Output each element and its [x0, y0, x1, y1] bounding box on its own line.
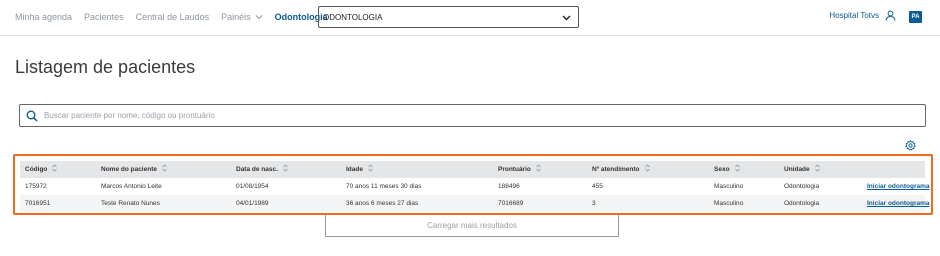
- nav-item-pacientes[interactable]: Pacientes: [84, 12, 124, 22]
- nav-item-minha-agenda[interactable]: Minha agenda: [15, 12, 72, 22]
- patients-table: Código Nome do paciente Data de nasc. Id…: [13, 154, 933, 215]
- top-navigation-bar: Minha agenda Pacientes Central de Laudos…: [0, 0, 940, 36]
- table-row: 7016951 Teste Renato Nunes 04/01/1989 36…: [20, 195, 929, 212]
- hospital-name: Hospital Totvs: [829, 11, 879, 20]
- nav-item-label: Painéis: [221, 12, 251, 22]
- sort-icon: [536, 164, 541, 172]
- main-nav: Minha agenda Pacientes Central de Laudos…: [15, 0, 340, 34]
- cell-sexo: Masculino: [714, 183, 744, 190]
- table-row: 175972 Marcos Antonio Leite 01/08/1954 7…: [20, 178, 929, 195]
- cell-atendimento: 3: [592, 200, 596, 207]
- avatar-initials: PA: [911, 14, 920, 20]
- sort-icon: [644, 164, 650, 172]
- gear-icon[interactable]: [905, 140, 916, 151]
- cell-codigo: 175972: [25, 183, 47, 190]
- sort-icon: [162, 164, 167, 172]
- chevron-down-icon: [255, 15, 263, 20]
- sort-icon: [368, 164, 373, 172]
- cell-idade: 36 anos 6 meses 27 dias: [346, 200, 419, 207]
- cell-prontuario: 7016689: [498, 200, 524, 207]
- iniciar-odontograma-link[interactable]: Iniciar odontograma: [867, 178, 929, 195]
- load-more-label: Carregar mais resultados: [427, 221, 517, 230]
- sort-icon: [814, 164, 820, 172]
- sort-icon: [734, 164, 740, 172]
- load-more-button[interactable]: Carregar mais resultados: [325, 215, 619, 237]
- module-select-value: ODONTOLOGIA: [323, 12, 383, 22]
- column-header-prontuario[interactable]: Prontuário: [498, 161, 541, 178]
- column-header-idade[interactable]: Idade: [346, 161, 373, 178]
- cell-unidade: Odontologia: [784, 183, 820, 190]
- sort-icon: [52, 164, 58, 172]
- cell-unidade: Odontologia: [784, 200, 820, 207]
- column-header-codigo[interactable]: Código: [25, 161, 58, 178]
- nav-item-label: Minha agenda: [15, 12, 73, 22]
- search-input[interactable]: [44, 111, 904, 120]
- nav-item-paineis[interactable]: Painéis: [221, 12, 263, 22]
- column-header-sexo[interactable]: Sexo: [714, 161, 740, 178]
- cell-data-nasc: 01/08/1954: [236, 183, 269, 190]
- chevron-down-icon: [562, 15, 571, 21]
- table-header: Código Nome do paciente Data de nasc. Id…: [20, 161, 925, 178]
- nav-item-label: Pacientes: [84, 12, 124, 22]
- cell-atendimento: 455: [592, 183, 603, 190]
- cell-prontuario: 188496: [498, 183, 520, 190]
- cell-nome: Teste Renato Nunes: [101, 200, 160, 207]
- hospital-user-menu[interactable]: Hospital Totvs: [829, 10, 896, 21]
- cell-codigo: 7016951: [25, 200, 51, 207]
- iniciar-odontograma-link[interactable]: Iniciar odontograma: [867, 195, 929, 212]
- sort-icon: [283, 164, 288, 172]
- cell-idade: 70 anos 11 meses 30 dias: [346, 183, 422, 190]
- column-header-nome[interactable]: Nome do paciente: [101, 161, 167, 178]
- nav-item-central-de-laudos[interactable]: Central de Laudos: [136, 12, 210, 22]
- avatar[interactable]: PA: [909, 11, 922, 23]
- cell-sexo: Masculino: [714, 200, 744, 207]
- column-header-atendimento[interactable]: Nº atendimento: [592, 161, 650, 178]
- page-title: Listagem de pacientes: [15, 57, 196, 77]
- cell-data-nasc: 04/01/1989: [236, 200, 269, 207]
- module-select[interactable]: ODONTOLOGIA: [318, 6, 579, 28]
- column-header-data-nasc[interactable]: Data de nasc.: [236, 161, 288, 178]
- patient-search-box[interactable]: [19, 104, 926, 127]
- search-icon: [26, 110, 38, 122]
- user-icon: [885, 10, 896, 21]
- cell-nome: Marcos Antonio Leite: [101, 183, 162, 190]
- nav-item-label: Central de Laudos: [135, 12, 210, 22]
- column-header-unidade[interactable]: Unidade: [784, 161, 820, 178]
